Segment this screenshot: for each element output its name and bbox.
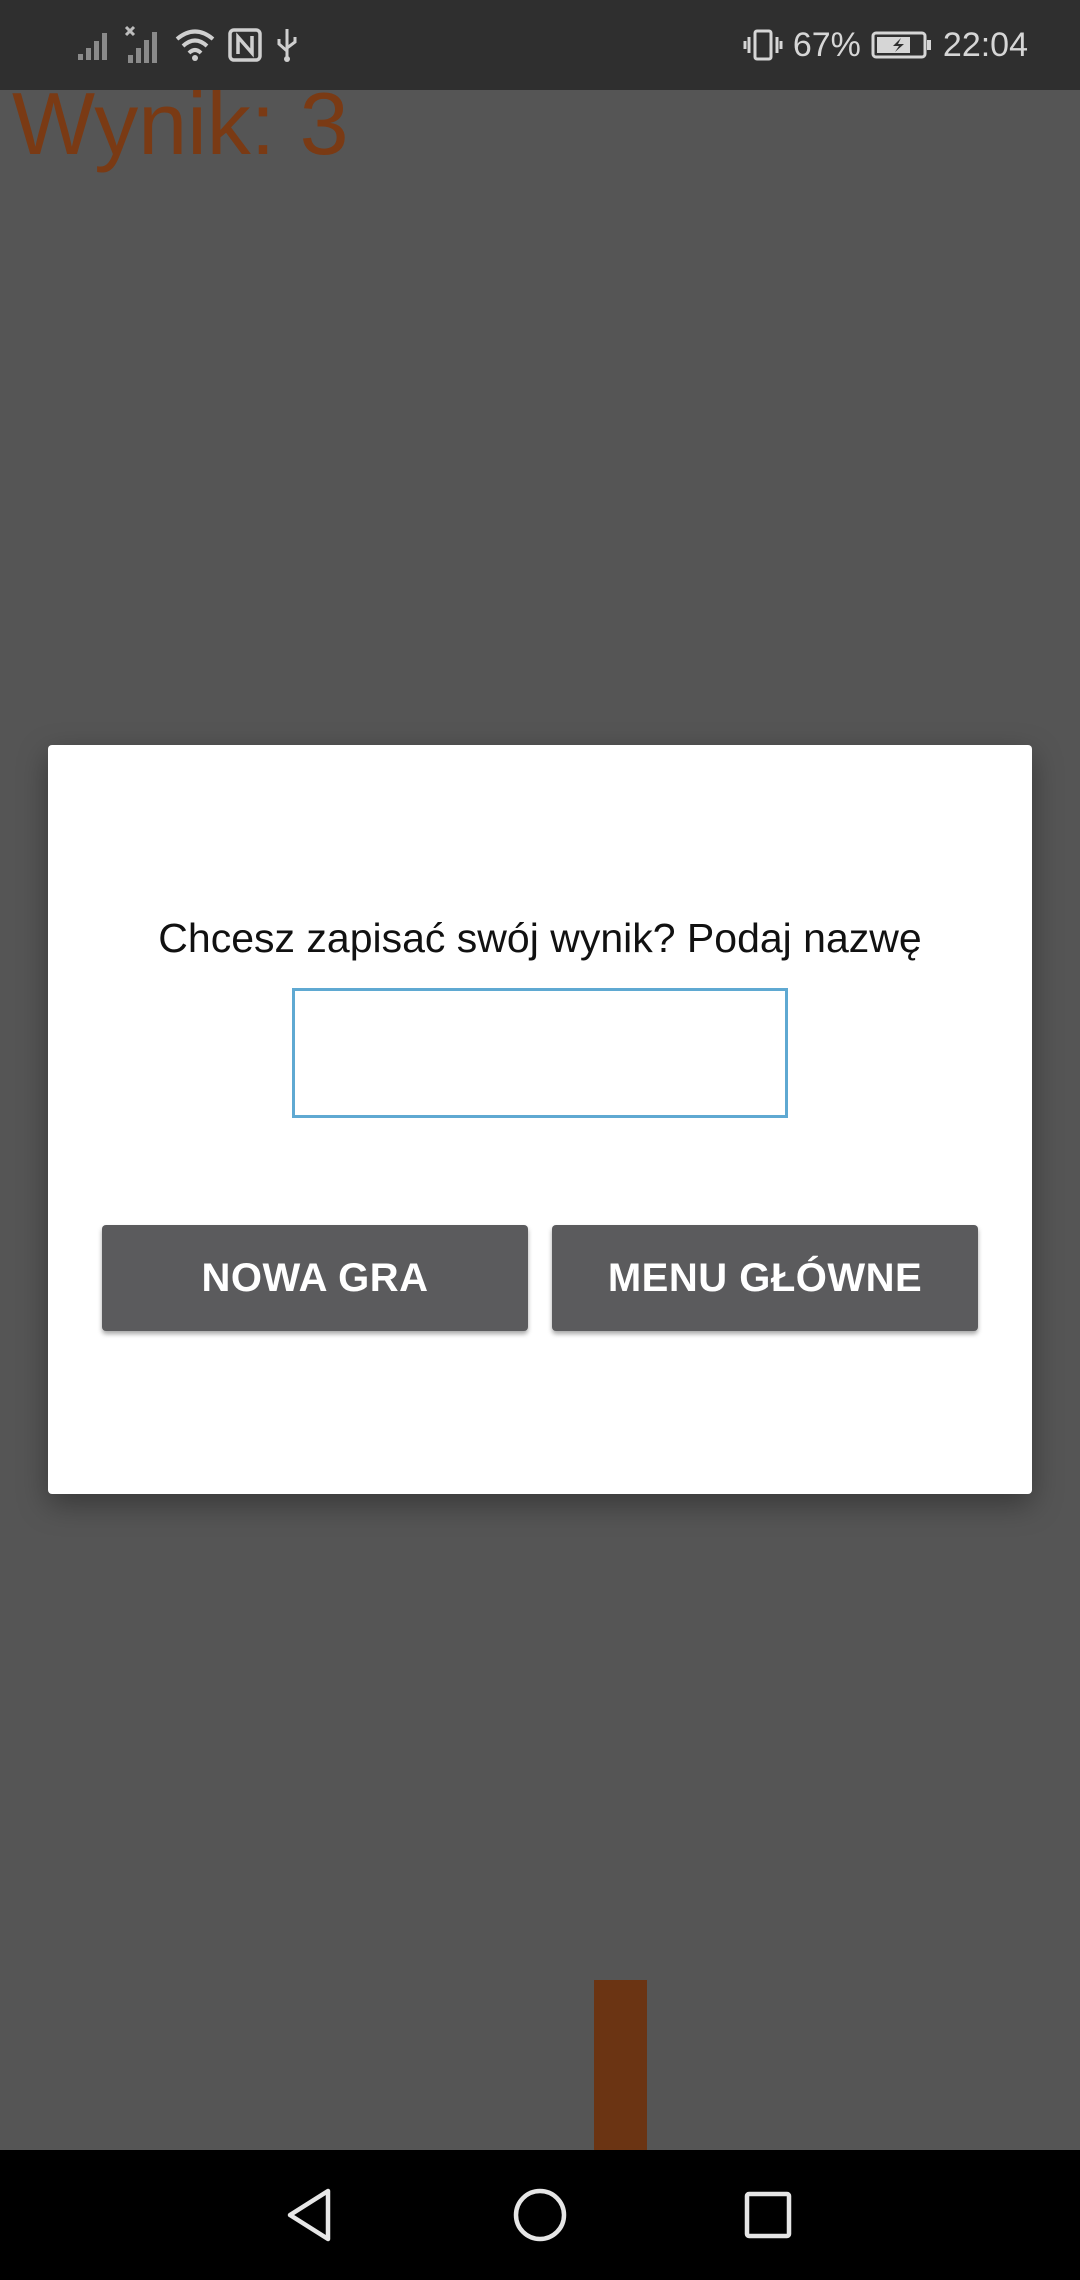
dialog-message: Chcesz zapisać swój wynik? Podaj nazwę <box>158 915 922 961</box>
player-name-input[interactable] <box>292 988 788 1118</box>
status-icons-right: 67% 22:04 <box>743 22 1028 68</box>
recents-icon[interactable] <box>728 2180 808 2250</box>
back-icon[interactable] <box>270 2180 350 2250</box>
wifi-icon <box>174 28 216 62</box>
battery-percent: 67% <box>792 25 861 64</box>
signal-no-sim-icon <box>124 25 162 65</box>
new-game-button[interactable]: NOWA GRA <box>102 1225 528 1331</box>
navigation-bar <box>0 2150 1080 2280</box>
score-label: Wynik: 3 <box>12 74 349 173</box>
main-menu-button[interactable]: MENU GŁÓWNE <box>552 1225 978 1331</box>
vibrate-icon <box>743 27 783 63</box>
battery-charging-icon <box>871 30 933 60</box>
clock: 22:04 <box>942 25 1028 64</box>
screen: 67% 22:04 Wynik: 3 Chcesz zapisać swój w… <box>0 0 1080 2280</box>
save-score-dialog: Chcesz zapisać swój wynik? Podaj nazwę N… <box>48 745 1032 1494</box>
usb-icon <box>274 27 300 63</box>
nfc-icon <box>228 28 262 62</box>
home-icon[interactable] <box>500 2180 580 2250</box>
signal-icon <box>76 28 112 62</box>
game-pillar <box>594 1980 647 2150</box>
status-icons-left <box>76 22 300 68</box>
